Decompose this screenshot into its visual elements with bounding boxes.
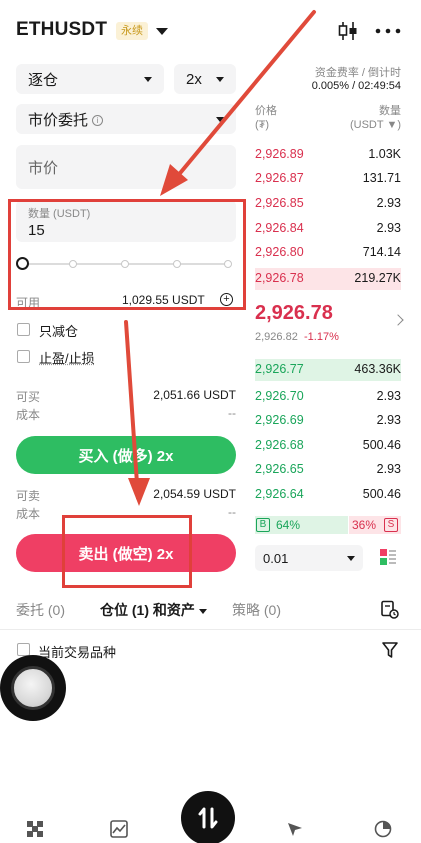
- annotation-arrows: [124, 10, 316, 506]
